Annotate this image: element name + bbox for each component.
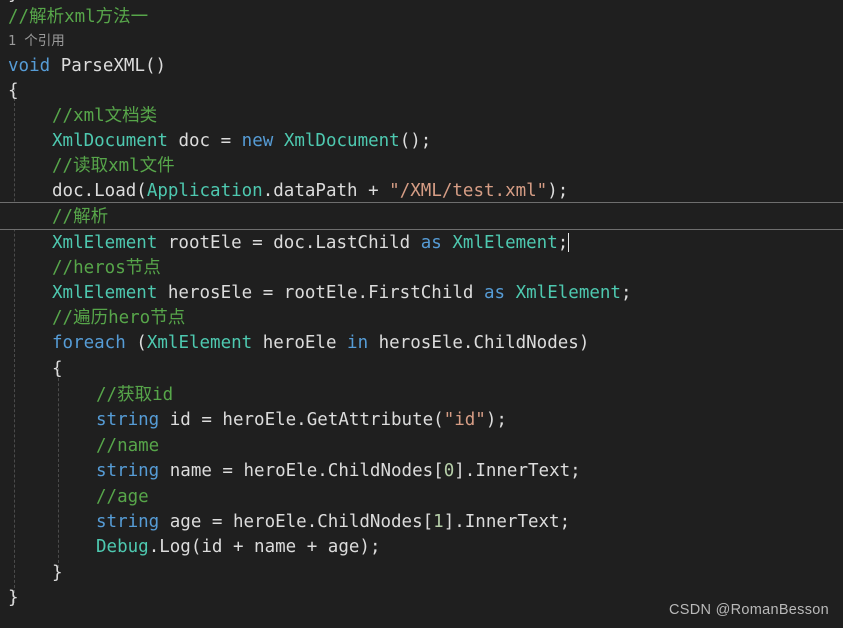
code-token: //遍历hero节点	[52, 308, 186, 328]
code-token: //heros节点	[52, 258, 161, 278]
code-line[interactable]: //解析xml方法一	[0, 5, 843, 30]
code-line[interactable]: {	[0, 79, 843, 104]
code-token: as	[420, 233, 442, 253]
code-line[interactable]: string age = heroEle.ChildNodes[1].Inner…	[0, 510, 843, 535]
code-token: herosEle = rootEle.FirstChild	[157, 283, 484, 303]
code-line[interactable]: void ParseXML()	[0, 54, 843, 79]
code-line[interactable]: //heros节点	[0, 256, 843, 281]
code-token: {	[8, 81, 19, 101]
csdn-watermark: CSDN @RomanBesson	[668, 602, 829, 618]
code-token: ParseXML()	[50, 56, 167, 76]
code-token: //解析xml方法一	[8, 7, 149, 27]
code-line[interactable]: string id = heroEle.GetAttribute("id");	[0, 408, 843, 433]
code-line[interactable]: //xml文档类	[0, 104, 843, 129]
code-editor[interactable]: } 1 个引用 //解析xml方法一void ParseXML(){//xml文…	[0, 0, 843, 628]
code-line[interactable]: //读取xml文件	[0, 154, 843, 179]
code-token: }	[8, 588, 19, 608]
code-token: XmlElement	[146, 333, 253, 353]
code-token: .Log(id + name + age);	[148, 537, 381, 557]
code-token: doc =	[167, 131, 242, 151]
code-token: rootEle = doc.LastChild	[157, 233, 421, 253]
code-line[interactable]: //age	[0, 485, 843, 510]
code-token: (	[125, 333, 147, 353]
code-token: ();	[399, 131, 432, 151]
code-token: {	[52, 359, 63, 379]
code-token: //age	[96, 487, 149, 507]
code-token: foreach	[52, 333, 126, 353]
code-line[interactable]: //遍历hero节点	[0, 306, 843, 331]
code-token: ;	[557, 233, 569, 253]
code-token: XmlElement	[52, 283, 158, 303]
code-token: new	[241, 131, 274, 151]
code-line[interactable]: string name = heroEle.ChildNodes[0].Inne…	[0, 459, 843, 484]
code-line[interactable]: Debug.Log(id + name + age);	[0, 535, 843, 560]
codelens-reference-count[interactable]: 1 个引用	[8, 30, 843, 52]
code-token: name = heroEle.ChildNodes[	[159, 461, 444, 481]
code-token: doc.Load(	[52, 181, 147, 201]
code-token: "id"	[443, 410, 486, 430]
code-token: XmlElement	[515, 283, 621, 303]
code-token: Application	[146, 181, 263, 201]
code-token: .dataPath +	[262, 181, 390, 201]
code-token: in	[347, 333, 369, 353]
code-token: //读取xml文件	[52, 156, 175, 176]
code-token: heroEle	[252, 333, 348, 353]
code-token: );	[547, 181, 569, 201]
code-token: XmlElement	[452, 233, 558, 253]
code-token: XmlDocument	[283, 131, 400, 151]
code-token: 0	[443, 461, 455, 481]
code-line[interactable]: //获取id	[0, 383, 843, 408]
code-token: 1	[433, 512, 444, 532]
code-line[interactable]: XmlElement rootEle = doc.LastChild as Xm…	[0, 231, 843, 256]
code-token: }	[52, 563, 63, 583]
code-token: Debug	[96, 537, 149, 557]
code-line[interactable]: doc.Load(Application.dataPath + "/XML/te…	[0, 179, 843, 204]
code-line[interactable]: foreach (XmlElement heroEle in herosEle.…	[0, 331, 843, 356]
code-token: as	[483, 283, 506, 303]
text-cursor	[568, 233, 570, 252]
code-token: //获取id	[96, 385, 174, 405]
code-token: );	[485, 410, 507, 430]
code-line[interactable]: {	[0, 357, 843, 382]
code-token: ].InnerText;	[454, 461, 581, 481]
code-token: //解析	[52, 207, 109, 227]
code-token: string	[96, 512, 160, 532]
code-token: //xml文档类	[52, 106, 158, 126]
code-token: id = heroEle.GetAttribute(	[159, 410, 444, 430]
code-token: herosEle.ChildNodes)	[368, 333, 590, 353]
code-token: void	[8, 56, 51, 76]
code-token: "/XML/test.xml"	[389, 181, 548, 201]
code-line[interactable]: XmlDocument doc = new XmlDocument();	[0, 129, 843, 154]
code-line[interactable]: }	[0, 561, 843, 586]
code-line[interactable]: //name	[0, 434, 843, 459]
code-token: //name	[96, 436, 160, 456]
code-token: string	[96, 461, 160, 481]
code-token: string	[96, 410, 160, 430]
code-token: XmlElement	[52, 233, 158, 253]
code-line[interactable]: //解析	[0, 205, 843, 230]
code-token: ;	[620, 283, 632, 303]
code-token: age = heroEle.ChildNodes[	[159, 512, 434, 532]
code-token: ].InnerText;	[443, 512, 571, 532]
code-token: XmlDocument	[52, 131, 168, 151]
code-line[interactable]: XmlElement herosEle = rootEle.FirstChild…	[0, 281, 843, 306]
